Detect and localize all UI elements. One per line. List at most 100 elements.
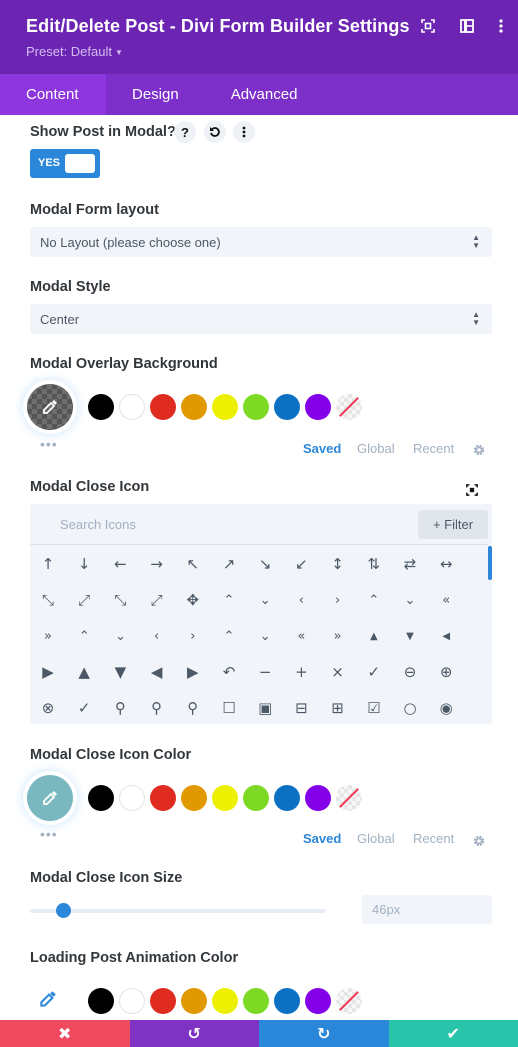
close-icon[interactable]: × <box>320 654 356 690</box>
filter-button[interactable]: + Filter <box>418 510 488 539</box>
discard-button[interactable]: ✖ <box>0 1020 130 1047</box>
expand-diagonal-icon[interactable]: ⤢ <box>66 582 102 618</box>
swatch-yellow[interactable] <box>212 785 238 811</box>
square-filled-icon[interactable]: ▣ <box>247 690 283 726</box>
swatch-none[interactable] <box>336 785 362 811</box>
loading-color-picker[interactable] <box>38 989 60 1011</box>
help-button[interactable]: ? <box>174 121 196 143</box>
palette-tab-saved[interactable]: Saved <box>303 831 341 846</box>
circle-double-down-icon[interactable]: ⌄ <box>247 618 283 654</box>
options-button[interactable] <box>233 121 255 143</box>
arrow-down-icon[interactable]: ↓ <box>66 546 102 582</box>
icon-size-input[interactable] <box>362 895 492 924</box>
swatch-orange[interactable] <box>181 394 207 420</box>
circle-double-right-icon[interactable]: » <box>320 618 356 654</box>
circle-minus-icon[interactable]: ⊖ <box>392 654 428 690</box>
swatch-black[interactable] <box>88 988 114 1014</box>
circle-triangle-up-icon[interactable]: ▲ <box>66 654 102 690</box>
square-icon[interactable]: ☐ <box>211 690 247 726</box>
more-vertical-icon[interactable] <box>493 18 509 34</box>
expand-icon[interactable]: ⤢ <box>139 582 175 618</box>
swatch-orange[interactable] <box>181 988 207 1014</box>
modal-style-select[interactable]: Center ▲ ▼ <box>30 304 492 334</box>
swatch-white[interactable] <box>119 988 145 1014</box>
circle-triangle-right-icon[interactable]: ▶ <box>175 654 211 690</box>
chevron-down-icon[interactable]: ⌄ <box>247 582 283 618</box>
swatch-green[interactable] <box>243 394 269 420</box>
triangle-up-icon[interactable]: ▲ <box>356 618 392 654</box>
move-icon[interactable]: ✥ <box>175 582 211 618</box>
check-icon[interactable]: ✓ <box>356 654 392 690</box>
icon-size-slider-track[interactable] <box>30 909 326 913</box>
circle-plus-icon[interactable]: ⊕ <box>428 654 464 690</box>
swatch-black[interactable] <box>88 785 114 811</box>
undo-icon[interactable]: ↶ <box>211 654 247 690</box>
tab-content[interactable]: Content <box>0 74 106 115</box>
more-colors-button[interactable]: ••• <box>40 826 58 842</box>
overlay-color-picker[interactable] <box>27 384 73 430</box>
gear-icon[interactable] <box>472 443 486 457</box>
modal-form-layout-select[interactable]: No Layout (please choose one) ▲ ▼ <box>30 227 492 257</box>
palette-tab-recent[interactable]: Recent <box>413 441 454 456</box>
swatch-green[interactable] <box>243 988 269 1014</box>
circle-chevron-left-icon[interactable]: ‹ <box>139 618 175 654</box>
circle-check-icon[interactable]: ✓ <box>66 690 102 726</box>
arrow-up-icon[interactable]: ↑ <box>30 546 66 582</box>
double-chevron-left-icon[interactable]: « <box>428 582 464 618</box>
swatch-yellow[interactable] <box>212 394 238 420</box>
swatch-red[interactable] <box>150 785 176 811</box>
swatch-red[interactable] <box>150 988 176 1014</box>
zoom-in-icon[interactable]: ⚲ <box>139 690 175 726</box>
double-chevron-up-icon[interactable]: ⌃ <box>356 582 392 618</box>
swatch-blue[interactable] <box>274 785 300 811</box>
swatch-none[interactable] <box>336 988 362 1014</box>
swatch-purple[interactable] <box>305 785 331 811</box>
gear-icon[interactable] <box>472 834 486 848</box>
more-colors-button[interactable]: ••• <box>40 436 58 452</box>
swatch-blue[interactable] <box>274 988 300 1014</box>
shrink-icon[interactable]: ⤡ <box>102 582 138 618</box>
palette-tab-recent[interactable]: Recent <box>413 831 454 846</box>
palette-tab-saved[interactable]: Saved <box>303 441 341 456</box>
swatch-white[interactable] <box>119 394 145 420</box>
arrow-right-icon[interactable]: → <box>139 546 175 582</box>
swatch-green[interactable] <box>243 785 269 811</box>
search-icon[interactable]: ⚲ <box>175 690 211 726</box>
chevron-up-icon[interactable]: ⌃ <box>211 582 247 618</box>
arrow-down-left-icon[interactable]: ↙ <box>283 546 319 582</box>
close-icon-color-picker[interactable] <box>27 775 73 821</box>
arrow-up-right-icon[interactable]: ↗ <box>211 546 247 582</box>
expand-icon[interactable] <box>464 482 480 498</box>
swatch-purple[interactable] <box>305 394 331 420</box>
arrows-vertical-icon[interactable]: ⇅ <box>356 546 392 582</box>
circle-chevron-up-icon[interactable]: ⌃ <box>66 618 102 654</box>
arrow-down-right-icon[interactable]: ↘ <box>247 546 283 582</box>
chevron-left-icon[interactable]: ‹ <box>283 582 319 618</box>
square-plus-icon[interactable]: ⊞ <box>320 690 356 726</box>
arrow-left-icon[interactable]: ← <box>102 546 138 582</box>
expand-icon[interactable] <box>420 18 436 34</box>
icon-size-slider-handle[interactable] <box>55 903 71 918</box>
sidebar-layout-icon[interactable] <box>459 18 475 34</box>
circle-close-icon[interactable]: ⊗ <box>30 690 66 726</box>
double-chevron-right-icon[interactable]: » <box>30 618 66 654</box>
plus-icon[interactable]: + <box>283 654 319 690</box>
arrow-up-down-icon[interactable]: ↕ <box>320 546 356 582</box>
redo-button[interactable]: ↻ <box>259 1020 389 1047</box>
search-icons-input[interactable] <box>30 504 410 544</box>
swatch-white[interactable] <box>119 785 145 811</box>
swatch-purple[interactable] <box>305 988 331 1014</box>
swatch-black[interactable] <box>88 394 114 420</box>
palette-tab-global[interactable]: Global <box>357 441 395 456</box>
arrow-left-right-icon[interactable]: ↔ <box>428 546 464 582</box>
arrow-up-left-icon[interactable]: ↖ <box>175 546 211 582</box>
radio-selected-icon[interactable]: ◉ <box>428 690 464 726</box>
triangle-right-icon[interactable]: ▶ <box>30 654 66 690</box>
circle-chevron-right-icon[interactable]: › <box>175 618 211 654</box>
swatch-yellow[interactable] <box>212 988 238 1014</box>
checkbox-icon[interactable]: ☑ <box>356 690 392 726</box>
preset-dropdown[interactable]: Preset: Default ▼ <box>26 44 123 59</box>
tab-design[interactable]: Design <box>106 74 205 115</box>
undo-button[interactable]: ↺ <box>129 1020 259 1047</box>
circle-double-up-icon[interactable]: ⌃ <box>211 618 247 654</box>
